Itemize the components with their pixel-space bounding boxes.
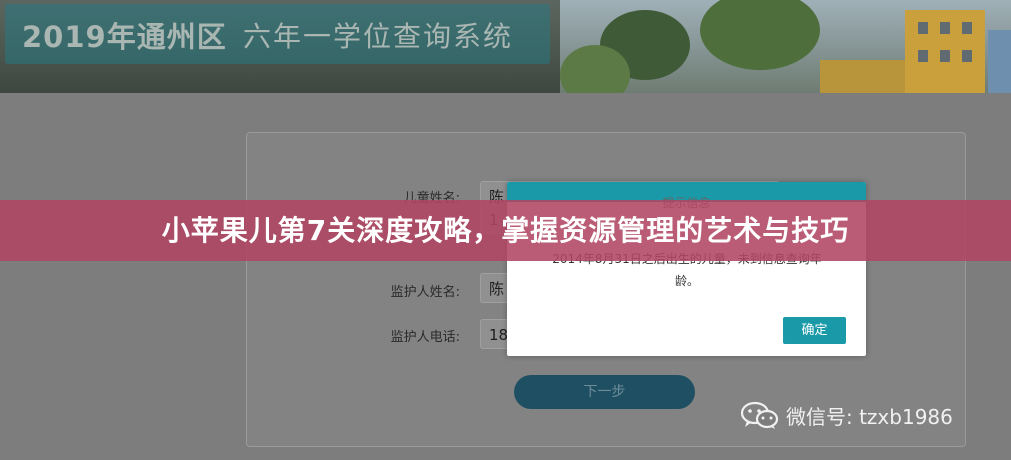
dialog-message-line: 龄。 (674, 274, 699, 288)
guardian-phone-label: 监护人电话: (390, 330, 460, 345)
headline-text: 小苹果儿第7关深度攻略，掌握资源管理的艺术与技巧 (161, 214, 850, 247)
banner-building (820, 60, 905, 93)
header-system-name: 六年一学位查询系统 (243, 20, 514, 53)
watermark-text: 微信号: tzxb1986 (786, 404, 953, 429)
confirm-button[interactable]: 确定 (783, 317, 846, 344)
guardian-name-label: 监护人姓名: (390, 285, 460, 300)
next-step-button[interactable]: 下一步 (514, 375, 695, 409)
wechat-icon (740, 400, 780, 430)
header-year-district: 2019年通州区 (22, 20, 227, 54)
wechat-watermark: 微信号: tzxb1986 (740, 398, 953, 432)
header-banner: 2019年通州区 六年一学位查询系统 (0, 0, 1011, 93)
banner-building (988, 30, 1011, 93)
